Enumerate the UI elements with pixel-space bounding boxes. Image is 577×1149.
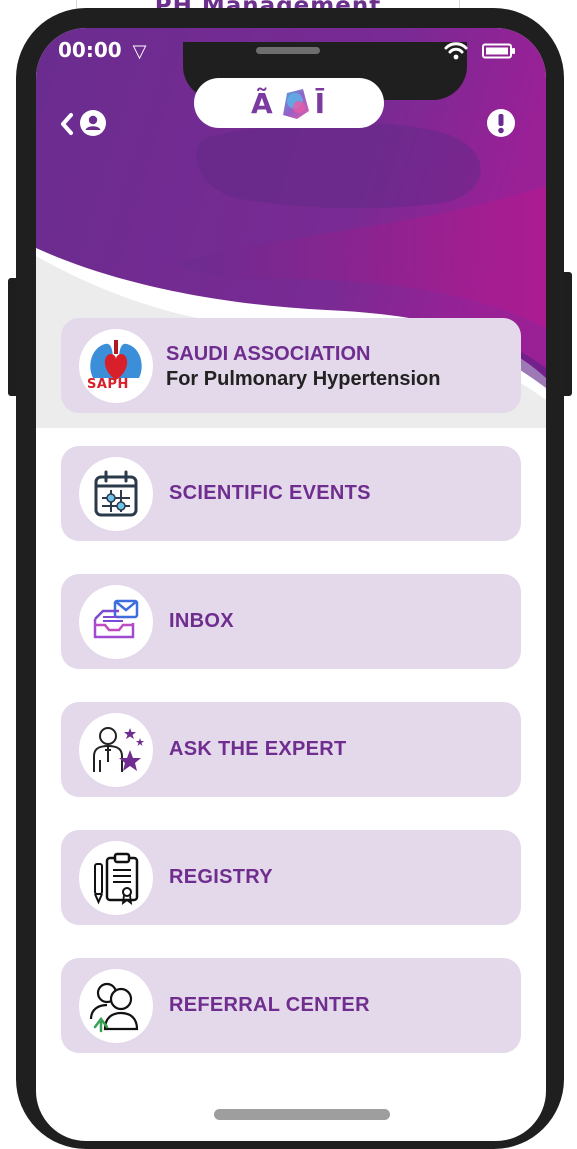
menu-card-inbox[interactable]: INBOX [61,574,521,669]
home-indicator[interactable] [214,1109,390,1120]
saph-badge-text: SAPH [87,377,129,392]
referral-users-icon [89,982,139,1033]
battery-icon [482,43,515,59]
status-time: 00:00 ▽ [58,38,146,62]
back-profile-button[interactable] [60,110,110,138]
navigation-status-icon: ▽ [132,41,147,62]
menu-card-ask-the-expert[interactable]: ASK THE EXPERT [61,702,521,797]
profile-icon [80,110,106,136]
expert-star-icon [93,727,144,772]
alert-icon[interactable] [486,108,516,138]
card-label: ASK THE EXPERT [169,738,347,760]
card-label: INBOX [169,610,234,632]
app-logo: Ã Ī [194,78,384,128]
logo-letter-right: Ī [314,86,328,120]
back-chevron-icon [61,113,73,135]
card-subtitle: For Pulmonary Hypertension [166,368,441,390]
wifi-icon [444,42,468,60]
saph-logo: SAPH [79,329,153,403]
calendar-circle [79,457,153,531]
card-title: SAUDI ASSOCIATION [166,343,371,365]
logo-wordmark: Ã Ī [251,85,327,121]
menu-card-registry[interactable]: REGISTRY [61,830,521,925]
phone-speaker [256,47,320,54]
app-screen: 00:00 ▽ Ã Ī SAPH SAUDI ASSOCIATION For P… [36,28,546,1141]
registry-circle [79,841,153,915]
menu-card-saudi-association[interactable]: SAPH SAUDI ASSOCIATION For Pulmonary Hyp… [61,318,521,413]
card-label: REGISTRY [169,866,273,888]
clipboard-icon [94,852,139,905]
expert-circle [79,713,153,787]
menu-card-referral-center[interactable]: REFERRAL CENTER [61,958,521,1053]
card-label: SCIENTIFIC EVENTS [169,482,371,504]
inbox-icon [93,599,139,639]
inbox-circle [79,585,153,659]
menu-card-scientific-events[interactable]: SCIENTIFIC EVENTS [61,446,521,541]
brain-logo-icon [282,89,309,119]
card-label: REFERRAL CENTER [169,994,370,1016]
referral-circle [79,969,153,1043]
status-time-text: 00:00 [58,38,122,62]
logo-letter-left: Ã [250,86,275,120]
calendar-icon [94,470,138,517]
status-icons [444,42,516,60]
saudi-association-text: SAUDI ASSOCIATION For Pulmonary Hyperten… [166,342,441,392]
